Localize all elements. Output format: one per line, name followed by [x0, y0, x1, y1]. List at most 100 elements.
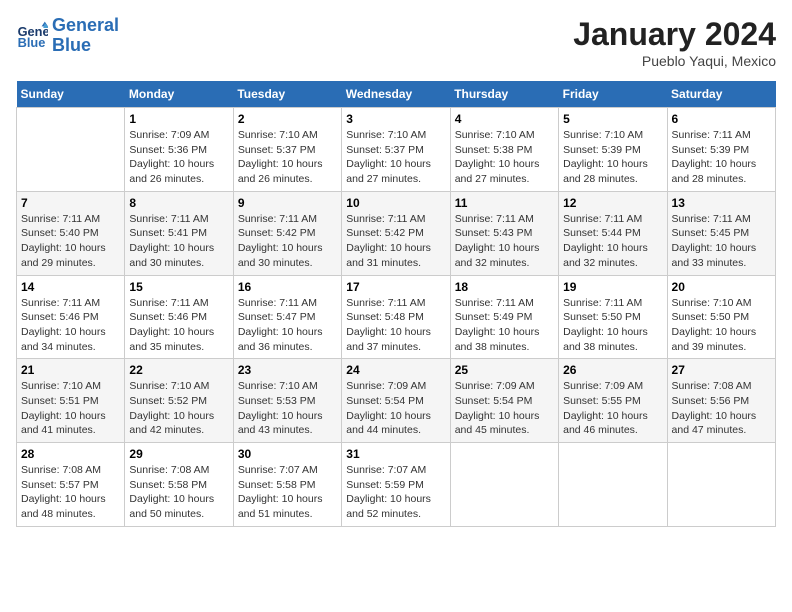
- day-info: Sunrise: 7:10 AM Sunset: 5:38 PM Dayligh…: [455, 128, 554, 187]
- sunset-label: Sunset:: [672, 311, 711, 323]
- day-number: 7: [21, 196, 120, 210]
- day-number: 5: [563, 112, 662, 126]
- daylight-label: Daylight:: [21, 493, 65, 505]
- table-row: 22 Sunrise: 7:10 AM Sunset: 5:52 PM Dayl…: [125, 359, 233, 443]
- sunset-label: Sunset:: [238, 227, 277, 239]
- sunset-label: Sunset:: [346, 311, 385, 323]
- sunrise-time: 7:11 AM: [62, 213, 100, 225]
- sunset-time: 5:43 PM: [493, 227, 532, 239]
- table-row: 5 Sunrise: 7:10 AM Sunset: 5:39 PM Dayli…: [559, 108, 667, 192]
- table-row: 25 Sunrise: 7:09 AM Sunset: 5:54 PM Dayl…: [450, 359, 558, 443]
- sunrise-label: Sunrise:: [21, 297, 62, 309]
- day-info: Sunrise: 7:11 AM Sunset: 5:49 PM Dayligh…: [455, 296, 554, 355]
- sunset-label: Sunset:: [238, 144, 277, 156]
- col-saturday: Saturday: [667, 81, 775, 108]
- sunset-label: Sunset:: [346, 479, 385, 491]
- daylight-label: Daylight:: [129, 410, 173, 422]
- sunset-label: Sunset:: [238, 311, 277, 323]
- day-number: 28: [21, 447, 120, 461]
- sunrise-label: Sunrise:: [672, 213, 713, 225]
- table-row: [17, 108, 125, 192]
- sunrise-time: 7:10 AM: [62, 380, 101, 392]
- sunrise-label: Sunrise:: [238, 213, 279, 225]
- day-number: 1: [129, 112, 228, 126]
- sunset-time: 5:52 PM: [168, 395, 207, 407]
- sunset-time: 5:49 PM: [493, 311, 532, 323]
- table-row: 31 Sunrise: 7:07 AM Sunset: 5:59 PM Dayl…: [342, 443, 450, 527]
- sunset-time: 5:59 PM: [385, 479, 424, 491]
- table-row: 9 Sunrise: 7:11 AM Sunset: 5:42 PM Dayli…: [233, 191, 341, 275]
- sunset-time: 5:47 PM: [276, 311, 315, 323]
- daylight-label: Daylight:: [563, 410, 607, 422]
- day-number: 14: [21, 280, 120, 294]
- day-number: 2: [238, 112, 337, 126]
- daylight-label: Daylight:: [21, 326, 65, 338]
- sunset-time: 5:42 PM: [385, 227, 424, 239]
- sunset-time: 5:46 PM: [60, 311, 99, 323]
- sunset-time: 5:46 PM: [168, 311, 207, 323]
- sunset-time: 5:48 PM: [385, 311, 424, 323]
- daylight-label: Daylight:: [238, 242, 282, 254]
- table-row: 18 Sunrise: 7:11 AM Sunset: 5:49 PM Dayl…: [450, 275, 558, 359]
- table-row: 8 Sunrise: 7:11 AM Sunset: 5:41 PM Dayli…: [125, 191, 233, 275]
- day-info: Sunrise: 7:10 AM Sunset: 5:52 PM Dayligh…: [129, 379, 228, 438]
- day-number: 3: [346, 112, 445, 126]
- sunset-time: 5:37 PM: [276, 144, 315, 156]
- sunset-label: Sunset:: [455, 227, 494, 239]
- day-info: Sunrise: 7:10 AM Sunset: 5:50 PM Dayligh…: [672, 296, 771, 355]
- day-info: Sunrise: 7:08 AM Sunset: 5:56 PM Dayligh…: [672, 379, 771, 438]
- sunset-label: Sunset:: [21, 227, 60, 239]
- sunset-label: Sunset:: [563, 311, 602, 323]
- sunset-time: 5:50 PM: [710, 311, 749, 323]
- sunset-label: Sunset:: [563, 227, 602, 239]
- sunset-time: 5:58 PM: [276, 479, 315, 491]
- sunset-time: 5:44 PM: [602, 227, 641, 239]
- table-row: 10 Sunrise: 7:11 AM Sunset: 5:42 PM Dayl…: [342, 191, 450, 275]
- sunrise-label: Sunrise:: [672, 297, 713, 309]
- table-row: 7 Sunrise: 7:11 AM Sunset: 5:40 PM Dayli…: [17, 191, 125, 275]
- sunset-label: Sunset:: [672, 395, 711, 407]
- sunrise-label: Sunrise:: [21, 213, 62, 225]
- table-row: 12 Sunrise: 7:11 AM Sunset: 5:44 PM Dayl…: [559, 191, 667, 275]
- day-number: 23: [238, 363, 337, 377]
- logo: General Blue General Blue: [16, 16, 119, 56]
- sunset-time: 5:53 PM: [276, 395, 315, 407]
- day-number: 18: [455, 280, 554, 294]
- sunset-label: Sunset:: [129, 311, 168, 323]
- calendar-week-row: 7 Sunrise: 7:11 AM Sunset: 5:40 PM Dayli…: [17, 191, 776, 275]
- logo-text-line1: General: [52, 16, 119, 36]
- table-row: 23 Sunrise: 7:10 AM Sunset: 5:53 PM Dayl…: [233, 359, 341, 443]
- sunset-time: 5:54 PM: [493, 395, 532, 407]
- sunset-time: 5:58 PM: [168, 479, 207, 491]
- daylight-label: Daylight:: [672, 326, 716, 338]
- sunrise-time: 7:08 AM: [171, 464, 210, 476]
- sunset-label: Sunset:: [21, 479, 60, 491]
- day-info: Sunrise: 7:08 AM Sunset: 5:58 PM Dayligh…: [129, 463, 228, 522]
- sunset-time: 5:40 PM: [60, 227, 99, 239]
- sunset-label: Sunset:: [346, 144, 385, 156]
- day-info: Sunrise: 7:10 AM Sunset: 5:37 PM Dayligh…: [238, 128, 337, 187]
- table-row: 27 Sunrise: 7:08 AM Sunset: 5:56 PM Dayl…: [667, 359, 775, 443]
- day-info: Sunrise: 7:11 AM Sunset: 5:42 PM Dayligh…: [346, 212, 445, 271]
- sunrise-label: Sunrise:: [129, 129, 170, 141]
- daylight-label: Daylight:: [129, 326, 173, 338]
- sunset-label: Sunset:: [129, 227, 168, 239]
- table-row: 15 Sunrise: 7:11 AM Sunset: 5:46 PM Dayl…: [125, 275, 233, 359]
- daylight-label: Daylight:: [238, 326, 282, 338]
- sunset-time: 5:56 PM: [710, 395, 749, 407]
- table-row: [667, 443, 775, 527]
- sunrise-time: 7:11 AM: [605, 213, 643, 225]
- svg-text:Blue: Blue: [18, 35, 46, 50]
- sunrise-label: Sunrise:: [21, 380, 62, 392]
- sunrise-time: 7:09 AM: [171, 129, 210, 141]
- daylight-label: Daylight:: [238, 493, 282, 505]
- table-row: 6 Sunrise: 7:11 AM Sunset: 5:39 PM Dayli…: [667, 108, 775, 192]
- sunrise-label: Sunrise:: [238, 129, 279, 141]
- sunset-time: 5:39 PM: [710, 144, 749, 156]
- sunrise-time: 7:09 AM: [496, 380, 535, 392]
- month-year-title: January 2024: [573, 16, 776, 53]
- sunrise-label: Sunrise:: [346, 297, 387, 309]
- sunset-time: 5:38 PM: [493, 144, 532, 156]
- day-info: Sunrise: 7:10 AM Sunset: 5:39 PM Dayligh…: [563, 128, 662, 187]
- sunset-label: Sunset:: [238, 395, 277, 407]
